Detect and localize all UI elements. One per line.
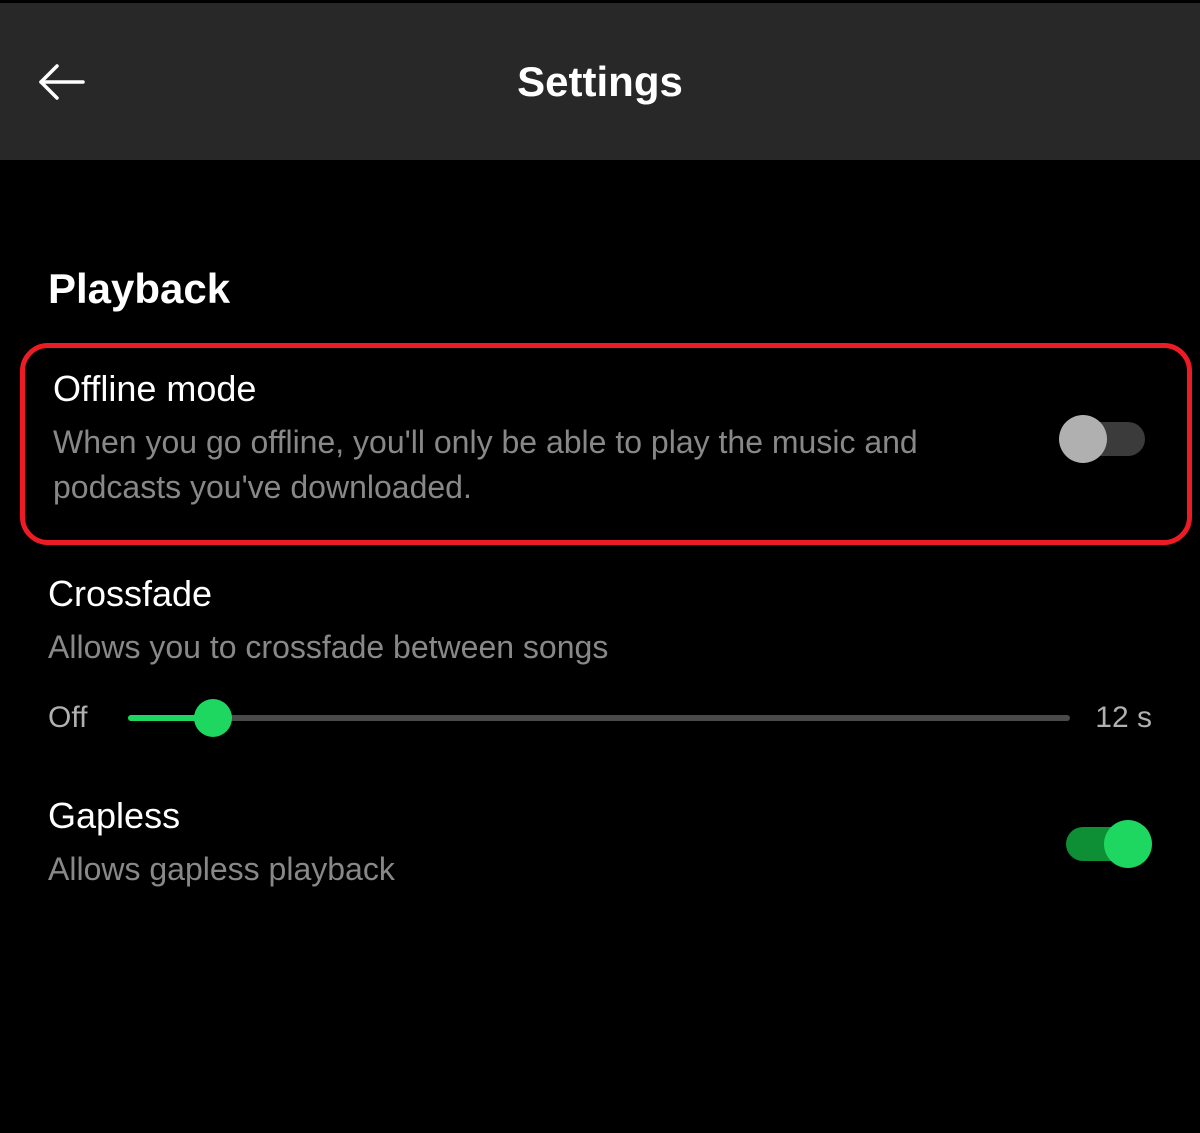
slider-thumb (194, 699, 232, 737)
offline-mode-title: Offline mode (53, 368, 1029, 410)
crossfade-title: Crossfade (48, 573, 1152, 615)
offline-mode-row: Offline mode When you go offline, you'll… (20, 343, 1192, 545)
slider-label-off: Off (48, 701, 103, 735)
crossfade-slider-row: Off 12 s (48, 701, 1152, 735)
gapless-text: Gapless Allows gapless playback (48, 795, 1052, 892)
toggle-thumb (1059, 415, 1107, 463)
crossfade-slider[interactable] (128, 715, 1070, 721)
section-title-playback: Playback (48, 265, 1152, 313)
header-bar: Settings (0, 0, 1200, 160)
crossfade-row: Crossfade Allows you to crossfade betwee… (48, 553, 1152, 736)
offline-mode-description: When you go offline, you'll only be able… (53, 420, 1029, 510)
crossfade-description: Allows you to crossfade between songs (48, 625, 1152, 670)
gapless-toggle[interactable] (1052, 818, 1152, 870)
page-title: Settings (35, 58, 1165, 106)
gapless-title: Gapless (48, 795, 1022, 837)
gapless-description: Allows gapless playback (48, 847, 1022, 892)
content-area: Playback Offline mode When you go offlin… (0, 265, 1200, 892)
offline-mode-toggle[interactable] (1059, 413, 1159, 465)
offline-mode-text: Offline mode When you go offline, you'll… (53, 368, 1059, 510)
toggle-thumb (1104, 820, 1152, 868)
back-arrow-icon[interactable] (35, 56, 87, 108)
slider-label-max: 12 s (1095, 701, 1152, 735)
gapless-row: Gapless Allows gapless playback (48, 735, 1152, 892)
